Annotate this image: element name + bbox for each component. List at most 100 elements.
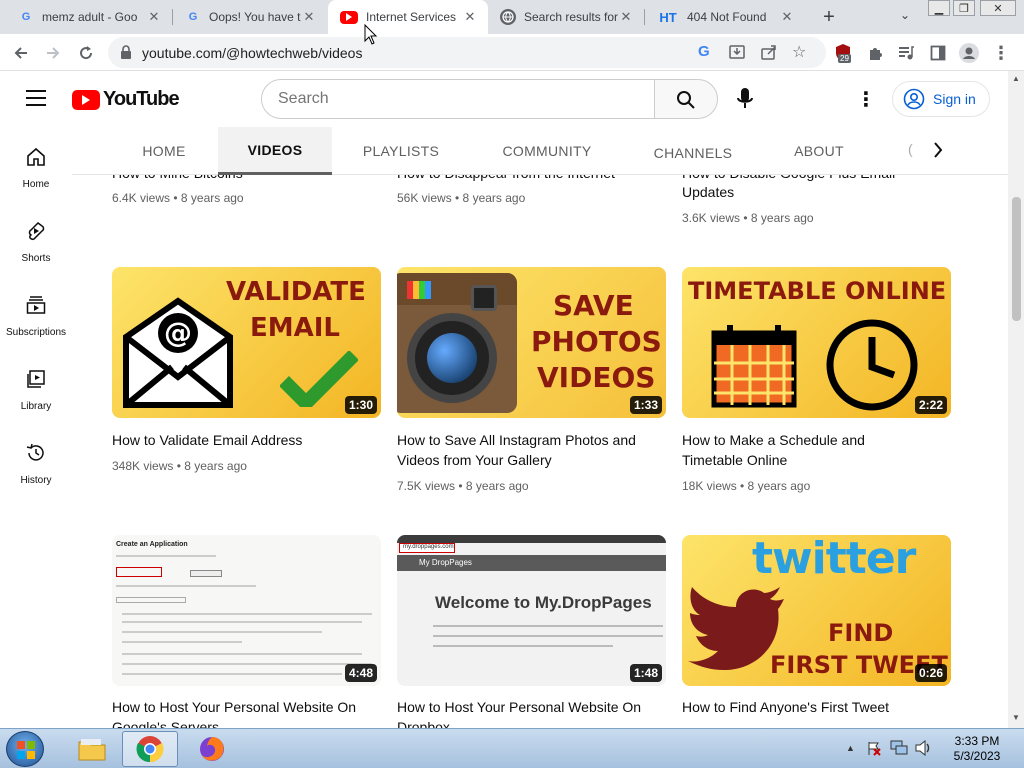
chevron-right-icon[interactable] [930,139,946,166]
search-input[interactable] [278,90,638,108]
settings-more-icon[interactable]: ⋮ [856,87,876,112]
search-channel-icon[interactable]: ( [908,141,920,161]
close-icon[interactable]: ✕ [301,9,317,25]
search-icon [677,91,695,109]
video-thumbnail[interactable]: twitter FIND FIRST TWEET 0:26 [682,535,951,686]
tab-about[interactable]: ABOUT [772,127,866,175]
scroll-down-icon[interactable]: ▼ [1012,713,1020,722]
video-title-line2[interactable]: Google's Servers [112,717,219,728]
tab-memz[interactable]: G memz adult - Goo ✕ [6,0,172,34]
tab-channels[interactable]: CHANNELS [634,129,752,177]
profile-avatar-icon[interactable] [958,42,980,64]
video-title[interactable]: How to Save All Instagram Photos and [397,430,636,450]
tab-oops[interactable]: G Oops! You have tr ✕ [173,0,327,34]
close-icon[interactable]: ✕ [618,9,634,25]
lock-icon[interactable] [120,45,132,64]
sidebar-item-subscriptions[interactable]: Subscriptions [0,275,72,349]
page-scrollbar[interactable]: ▲ ▼ [1008,71,1024,728]
video-thumbnail[interactable]: my.droppages.com My DropPages Welcome to… [397,535,666,686]
video-meta: 6.4K views • 8 years ago [112,191,244,205]
scrollbar-thumb[interactable] [1012,197,1021,321]
url-text[interactable]: youtube.com/@howtechweb/videos [142,45,362,61]
side-panel-icon[interactable] [927,42,949,64]
close-icon[interactable]: ✕ [779,9,795,25]
extension-badge: 29 [838,54,851,63]
start-button[interactable] [6,731,44,767]
minimize-button[interactable]: ▁ [928,0,950,16]
hamburger-menu-icon[interactable] [26,90,46,106]
chrome-menu-icon[interactable]: ⋮ [990,42,1012,64]
tab-playlists[interactable]: PLAYLISTS [344,127,458,175]
tab-search-results[interactable]: Search results for ✕ [488,0,644,34]
bookmark-star-icon[interactable]: ☆ [792,42,806,62]
sidebar-item-home[interactable]: Home [0,127,72,201]
sidebar-item-history[interactable]: History [0,423,72,497]
media-playlist-icon[interactable] [895,42,917,64]
share-icon[interactable] [760,43,778,66]
tab-videos[interactable]: VIDEOS [218,127,332,175]
sign-in-button[interactable]: Sign in [892,81,990,117]
file-explorer-taskbar-button[interactable] [64,731,120,767]
tray-expand-icon[interactable]: ▲ [846,743,855,753]
thumbnail-nav: My DropPages [397,555,666,571]
close-icon[interactable]: ✕ [462,9,478,25]
library-icon [27,370,45,388]
scroll-up-icon[interactable]: ▲ [1012,74,1020,83]
youtube-logo[interactable]: YouTube [72,88,180,111]
volume-icon[interactable] [914,739,932,761]
network-icon[interactable] [890,740,908,761]
video-title[interactable]: How to Mine Bitcoins [112,175,243,183]
google-lens-icon[interactable]: G [698,43,710,60]
back-arrow-icon[interactable] [10,42,32,64]
svg-text:@: @ [164,316,192,349]
video-title[interactable]: How to Disappear from the Internet [397,175,615,183]
home-icon [27,147,45,166]
tab-community[interactable]: COMMUNITY [482,127,612,175]
subscriptions-icon [26,296,46,314]
chrome-taskbar-button[interactable] [122,731,178,767]
address-bar[interactable]: youtube.com/@howtechweb/videos G ☆ [108,37,826,68]
tab-search-chevron-icon[interactable]: ⌄ [895,8,915,26]
install-app-icon[interactable] [728,43,746,66]
chrome-icon [136,736,164,763]
youtube-logo-icon [72,89,100,110]
thumbnail-text: VALIDATE [226,277,366,307]
tab-title: memz adult - Goo [42,10,138,24]
search-box[interactable] [261,79,655,119]
new-tab-button[interactable]: + [818,6,840,28]
video-title-line2[interactable]: Dropbox [397,717,450,728]
sidebar-item-shorts[interactable]: Shorts [0,201,72,275]
close-icon[interactable]: ✕ [146,9,162,25]
forward-arrow-icon[interactable] [42,42,64,64]
action-center-flag-icon[interactable] [866,740,882,761]
video-title[interactable]: How to Host Your Personal Website On [397,697,641,717]
thumbnail-text: twitter [752,535,916,584]
window-close-button[interactable]: ✕ [980,0,1016,16]
search-button[interactable] [654,79,718,119]
video-thumbnail[interactable]: SAVE PHOTOS VIDEOS 1:33 [397,267,666,418]
video-meta: 3.6K views • 8 years ago [682,211,814,225]
thumbnail-url: my.droppages.com [399,543,455,553]
tab-internet-services[interactable]: Internet Services ✕ [328,0,488,34]
reload-icon[interactable] [75,42,97,64]
tab-404[interactable]: HT 404 Not Found ✕ [645,0,805,34]
video-thumbnail[interactable]: TIMETABLE ONLINE 2:22 [682,267,951,418]
video-thumbnail[interactable]: Create an Application 4:48 [112,535,381,686]
video-title[interactable]: How to Host Your Personal Website On [112,697,356,717]
microphone-icon[interactable] [736,87,754,116]
video-meta: 348K views • 8 years ago [112,459,247,473]
system-clock[interactable]: 3:33 PM 5/3/2023 [942,734,1012,764]
extension-shield-icon[interactable]: 29 [832,42,854,64]
video-title-line2[interactable]: Videos from Your Gallery [397,450,552,470]
video-title-line2[interactable]: Timetable Online [682,450,787,470]
maximize-button[interactable]: ❐ [953,0,975,16]
tab-home[interactable]: HOME [122,127,206,175]
sidebar-item-library[interactable]: Library [0,349,72,423]
video-title-line2[interactable]: Updates [682,182,734,202]
extensions-puzzle-icon[interactable] [864,42,886,64]
video-title[interactable]: How to Make a Schedule and [682,430,865,450]
firefox-taskbar-button[interactable] [184,731,240,767]
video-thumbnail[interactable]: VALIDATE EMAIL @ 1:30 [112,267,381,418]
video-title[interactable]: How to Find Anyone's First Tweet [682,697,889,717]
video-title[interactable]: How to Validate Email Address [112,430,302,450]
